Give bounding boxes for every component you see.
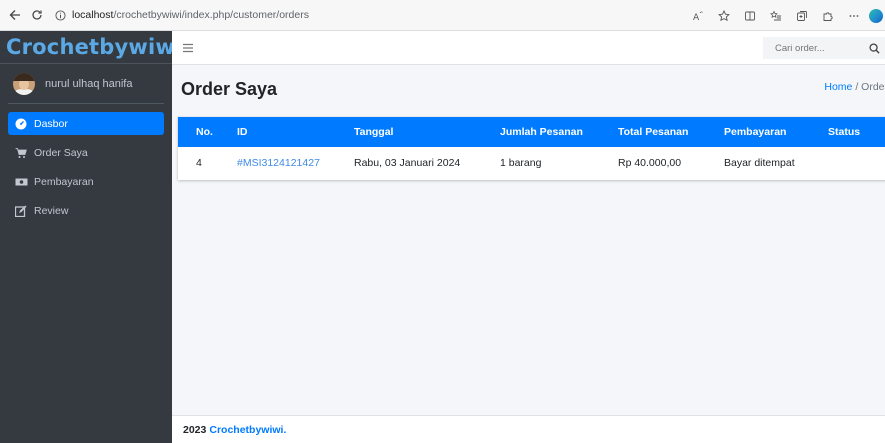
sidebar-item-review[interactable]: Review bbox=[8, 199, 164, 222]
column-header-status: Status bbox=[828, 126, 861, 138]
split-screen-icon[interactable] bbox=[739, 5, 761, 27]
sidebar-item-dasbor[interactable]: Dasbor bbox=[8, 112, 164, 135]
column-header-total-pesanan: Total Pesanan bbox=[618, 126, 689, 138]
url-path: /crochetbywiwi/index.php/customer/orders bbox=[113, 9, 309, 21]
orders-card: No. ID Tanggal Jumlah Pesanan Total Pesa… bbox=[178, 117, 885, 180]
menu-toggle-icon[interactable] bbox=[178, 38, 198, 58]
edit-icon bbox=[14, 204, 28, 218]
sidebar-item-label: Review bbox=[34, 204, 69, 217]
cell-status bbox=[828, 147, 885, 178]
sidebar-item-label: Dasbor bbox=[34, 117, 68, 130]
footer-year: 2023 bbox=[183, 423, 207, 436]
address-bar[interactable]: localhost/crochetbywiwi/index.php/custom… bbox=[72, 9, 309, 21]
favorite-star-icon[interactable] bbox=[713, 5, 735, 27]
favorites-list-icon[interactable] bbox=[765, 5, 787, 27]
sidebar-menu: Dasbor Order Saya Pembayaran Review bbox=[0, 104, 172, 222]
extensions-icon[interactable] bbox=[817, 5, 839, 27]
column-header-id: ID bbox=[237, 126, 248, 138]
site-info-icon[interactable] bbox=[52, 7, 68, 23]
sidebar-item-order-saya[interactable]: Order Saya bbox=[8, 141, 164, 164]
cell-jumlah: 1 barang bbox=[500, 156, 542, 169]
cell-pembayaran: Bayar ditempat bbox=[724, 156, 795, 169]
money-icon bbox=[14, 175, 28, 189]
column-header-no: No. bbox=[196, 126, 213, 138]
browser-toolbar: localhost/crochetbywiwi/index.php/custom… bbox=[0, 0, 885, 31]
brand-text: Crochetbywiwi bbox=[6, 35, 183, 59]
user-panel[interactable]: nurul ulhaq hanifa bbox=[8, 64, 164, 104]
cell-tanggal: Rabu, 03 Januari 2024 bbox=[354, 156, 461, 169]
avatar bbox=[13, 72, 35, 95]
reload-icon bbox=[32, 10, 42, 20]
sidebar-item-pembayaran[interactable]: Pembayaran bbox=[8, 170, 164, 193]
column-header-jumlah-pesanan: Jumlah Pesanan bbox=[500, 126, 583, 138]
column-header-pembayaran: Pembayaran bbox=[724, 126, 787, 138]
dashboard-icon bbox=[14, 117, 28, 131]
brand-link[interactable]: Crochetbywiwi bbox=[0, 31, 182, 64]
svg-text:A: A bbox=[693, 13, 700, 22]
sidebar-item-label: Order Saya bbox=[34, 146, 88, 159]
order-id-link[interactable]: #MSI3124121427 bbox=[237, 157, 320, 169]
search-input[interactable] bbox=[763, 37, 863, 59]
footer-brand-link[interactable]: Crochetbywiwi. bbox=[209, 424, 286, 436]
column-header-tanggal: Tanggal bbox=[354, 126, 394, 138]
table-row: 4 #MSI3124121427 Rabu, 03 Januari 2024 1… bbox=[178, 147, 885, 178]
back-button[interactable] bbox=[4, 4, 26, 26]
content-header: Order Saya Home / Order bbox=[172, 65, 885, 115]
breadcrumb-home-link[interactable]: Home bbox=[824, 81, 852, 93]
orders-table: No. ID Tanggal Jumlah Pesanan Total Pesa… bbox=[178, 117, 885, 178]
sidebar: Crochetbywiwi nurul ulhaq hanifa Dasbor … bbox=[0, 31, 182, 443]
footer: 2023 Crochetbywiwi. bbox=[172, 415, 885, 443]
more-options-icon[interactable] bbox=[843, 5, 865, 27]
cell-id: #MSI3124121427 bbox=[237, 147, 354, 178]
breadcrumb: Home / Order bbox=[824, 81, 885, 93]
cell-total: Rp 40.000,00 bbox=[618, 156, 682, 169]
cell-no: 4 bbox=[196, 156, 202, 169]
search-button[interactable] bbox=[863, 37, 885, 59]
page-title: Order Saya bbox=[181, 79, 278, 99]
edge-copilot-icon[interactable] bbox=[869, 8, 883, 23]
user-name: nurul ulhaq hanifa bbox=[45, 77, 133, 90]
breadcrumb-current: Order bbox=[861, 81, 885, 93]
sidebar-item-label: Pembayaran bbox=[34, 175, 94, 188]
table-header-row: No. ID Tanggal Jumlah Pesanan Total Pesa… bbox=[178, 117, 885, 147]
top-navbar bbox=[172, 31, 885, 65]
read-aloud-icon[interactable]: A bbox=[687, 5, 709, 27]
cart-icon bbox=[14, 146, 28, 160]
reload-button[interactable] bbox=[26, 4, 48, 26]
search-form bbox=[763, 37, 885, 59]
search-icon bbox=[868, 42, 880, 54]
url-host: localhost bbox=[72, 9, 114, 21]
collections-icon[interactable] bbox=[791, 5, 813, 27]
arrow-left-icon bbox=[9, 10, 20, 20]
